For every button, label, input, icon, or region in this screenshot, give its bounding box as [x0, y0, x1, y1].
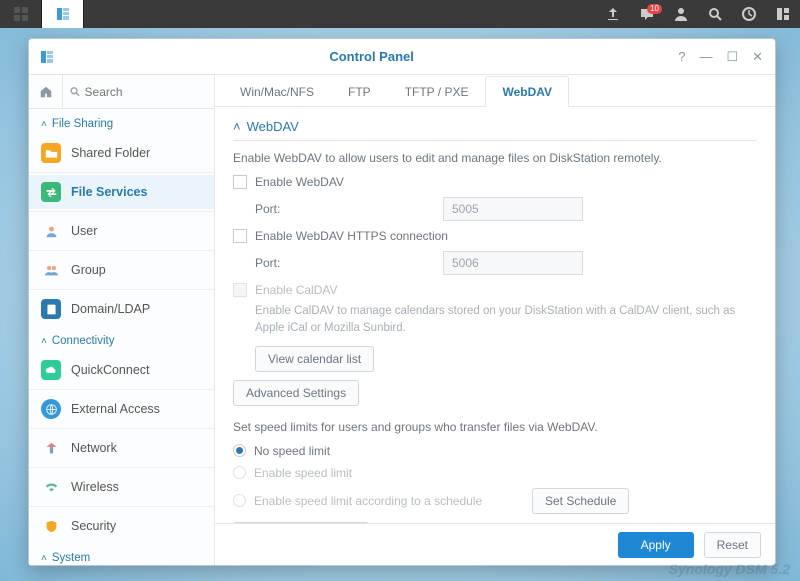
input-port-https[interactable] [443, 251, 583, 275]
sidebar-item-security[interactable]: Security [29, 509, 214, 543]
sidebar-item-domain-ldap[interactable]: Domain/LDAP [29, 292, 214, 326]
notification-badge: 10 [647, 4, 662, 14]
chevron-up-icon: ˄ [41, 553, 47, 564]
book-icon [41, 299, 61, 319]
transfer-icon [41, 182, 61, 202]
view-calendar-list-button[interactable]: View calendar list [255, 346, 374, 372]
caldav-description: Enable CalDAV to manage calendars stored… [233, 303, 757, 338]
os-search-icon[interactable] [698, 0, 732, 28]
chevron-up-icon: ˄ [41, 119, 47, 130]
input-port-http[interactable] [443, 197, 583, 221]
radio-no-speed-limit[interactable] [233, 444, 246, 457]
sidebar-item-label: File Services [71, 185, 147, 199]
reset-button[interactable]: Reset [704, 532, 761, 558]
label-enable-webdav: Enable WebDAV [255, 175, 344, 189]
checkbox-enable-caldav[interactable] [233, 283, 247, 297]
sidebar-item-label: Shared Folder [71, 146, 150, 160]
tab-ftp[interactable]: FTP [331, 76, 388, 107]
set-schedule-button[interactable]: Set Schedule [532, 488, 629, 514]
sidebar-item-label: Wireless [71, 480, 119, 494]
search-icon [69, 85, 81, 98]
sidebar-section-connectivity[interactable]: ˄Connectivity [29, 326, 214, 353]
checkbox-enable-webdav[interactable] [233, 175, 247, 189]
tab-webdav[interactable]: WebDAV [485, 76, 569, 107]
os-pilot-icon[interactable] [766, 0, 800, 28]
os-taskbar: 10 [0, 0, 800, 28]
tab-tftp-pxe[interactable]: TFTP / PXE [388, 76, 486, 107]
tab-win-mac-nfs[interactable]: Win/Mac/NFS [223, 76, 331, 107]
globe-icon [41, 399, 61, 419]
search-input[interactable] [85, 85, 208, 99]
os-notifications-icon[interactable]: 10 [630, 0, 664, 28]
os-upload-icon[interactable] [596, 0, 630, 28]
sidebar-item-file-services[interactable]: File Services [29, 175, 214, 209]
label-port-http: Port: [255, 202, 435, 216]
folder-icon [41, 143, 61, 163]
group-icon [41, 260, 61, 280]
sidebar-item-wireless[interactable]: Wireless [29, 470, 214, 504]
shield-icon [41, 516, 61, 536]
window-title: Control Panel [65, 49, 678, 64]
tab-bar: Win/Mac/NFS FTP TFTP / PXE WebDAV [215, 75, 775, 107]
sidebar: ˄File Sharing Shared Folder File Service… [29, 75, 215, 565]
advanced-settings-button[interactable]: Advanced Settings [233, 380, 359, 406]
label-port-https: Port: [255, 256, 435, 270]
webdav-description: Enable WebDAV to allow users to edit and… [233, 151, 757, 165]
network-icon [41, 438, 61, 458]
user-icon [41, 221, 61, 241]
main-panel: Win/Mac/NFS FTP TFTP / PXE WebDAV ˄ WebD… [215, 75, 775, 565]
footer: Apply Reset [215, 523, 775, 565]
label-enable-https: Enable WebDAV HTTPS connection [255, 229, 448, 243]
sidebar-item-label: Security [71, 519, 116, 533]
label-no-speed-limit: No speed limit [254, 444, 330, 458]
cloud-icon [41, 360, 61, 380]
tab-content: ˄ WebDAV Enable WebDAV to allow users to… [215, 107, 775, 523]
sidebar-item-shared-folder[interactable]: Shared Folder [29, 136, 214, 170]
window-minimize-button[interactable]: — [699, 49, 712, 65]
sidebar-item-group[interactable]: Group [29, 253, 214, 287]
wifi-icon [41, 477, 61, 497]
radio-schedule-speed-limit[interactable] [233, 494, 246, 507]
chevron-up-icon: ˄ [233, 119, 241, 134]
label-enable-speed-limit: Enable speed limit [254, 466, 352, 480]
sidebar-item-network[interactable]: Network [29, 431, 214, 465]
section-heading-webdav[interactable]: ˄ WebDAV [233, 119, 757, 141]
sidebar-section-file-sharing[interactable]: ˄File Sharing [29, 109, 214, 136]
sidebar-item-external-access[interactable]: External Access [29, 392, 214, 426]
os-user-icon[interactable] [664, 0, 698, 28]
os-task-controlpanel[interactable] [42, 0, 84, 28]
sidebar-item-label: User [71, 224, 97, 238]
window-app-icon [29, 49, 65, 65]
sidebar-section-system[interactable]: ˄System [29, 543, 214, 565]
radio-enable-speed-limit[interactable] [233, 466, 246, 479]
label-enable-caldav: Enable CalDAV [255, 283, 338, 297]
sidebar-item-label: Domain/LDAP [71, 302, 150, 316]
apply-button[interactable]: Apply [618, 532, 694, 558]
window-titlebar: Control Panel ? — ☐ ✕ [29, 39, 775, 75]
sidebar-item-quickconnect[interactable]: QuickConnect [29, 353, 214, 387]
os-widgets-icon[interactable] [732, 0, 766, 28]
speed-limit-description: Set speed limits for users and groups wh… [233, 420, 757, 434]
chevron-up-icon: ˄ [41, 336, 47, 347]
sidebar-item-user[interactable]: User [29, 214, 214, 248]
sidebar-item-label: Network [71, 441, 117, 455]
sidebar-item-label: QuickConnect [71, 363, 150, 377]
window-close-button[interactable]: ✕ [752, 49, 763, 65]
control-panel-window: Control Panel ? — ☐ ✕ ˄File Sharing [28, 38, 776, 566]
checkbox-enable-webdav-https[interactable] [233, 229, 247, 243]
sidebar-item-label: Group [71, 263, 106, 277]
label-schedule-speed-limit: Enable speed limit according to a schedu… [254, 494, 524, 508]
sidebar-item-label: External Access [71, 402, 160, 416]
home-button[interactable] [29, 75, 63, 109]
os-show-desktop-button[interactable] [0, 0, 42, 28]
window-maximize-button[interactable]: ☐ [726, 49, 738, 65]
window-help-button[interactable]: ? [678, 49, 685, 65]
home-icon [39, 85, 53, 99]
